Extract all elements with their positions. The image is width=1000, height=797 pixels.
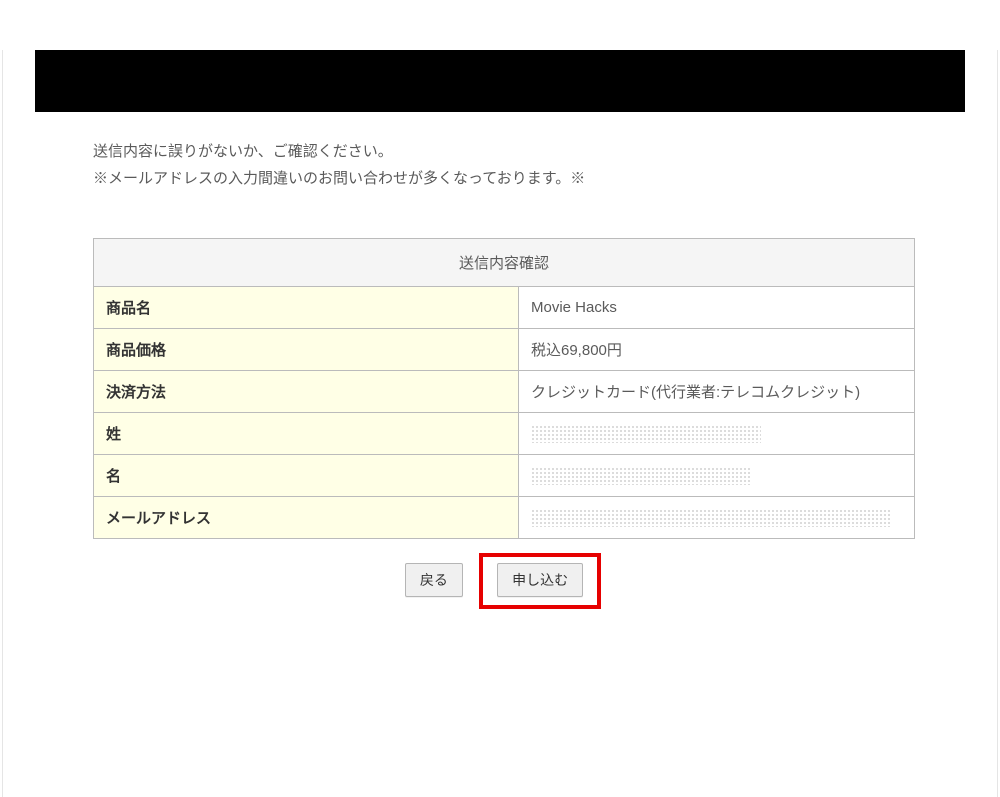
label-email: メールアドレス xyxy=(94,497,519,539)
value-product-price: 税込69,800円 xyxy=(519,329,915,371)
value-product-name: Movie Hacks xyxy=(519,287,915,329)
confirm-table: 送信内容確認 商品名 Movie Hacks 商品価格 税込69,800円 決済… xyxy=(93,238,915,539)
value-last-name xyxy=(519,413,915,455)
table-row: 商品価格 税込69,800円 xyxy=(94,329,915,371)
redacted-block xyxy=(531,467,751,485)
table-row: 商品名 Movie Hacks xyxy=(94,287,915,329)
label-product-price: 商品価格 xyxy=(94,329,519,371)
label-last-name: 姓 xyxy=(94,413,519,455)
submit-button[interactable]: 申し込む xyxy=(497,563,583,597)
label-payment-method: 決済方法 xyxy=(94,371,519,413)
intro-line2: ※メールアドレスの入力間違いのお問い合わせが多くなっております。※ xyxy=(93,170,585,187)
back-button[interactable]: 戻る xyxy=(405,563,463,597)
table-row: メールアドレス xyxy=(94,497,915,539)
value-first-name xyxy=(519,455,915,497)
table-row: 決済方法 クレジットカード(代行業者:テレコムクレジット) xyxy=(94,371,915,413)
table-row: 姓 xyxy=(94,413,915,455)
intro-text: 送信内容に誤りがないか、ご確認ください。 ※メールアドレスの入力間違いのお問い合… xyxy=(93,138,907,192)
submit-highlight: 申し込む xyxy=(479,553,601,609)
header-bar xyxy=(35,50,965,112)
redacted-block xyxy=(531,425,761,443)
table-title: 送信内容確認 xyxy=(94,239,915,287)
button-row: 戻る 申し込む xyxy=(93,553,907,609)
label-first-name: 名 xyxy=(94,455,519,497)
table-row: 名 xyxy=(94,455,915,497)
value-email xyxy=(519,497,915,539)
value-payment-method: クレジットカード(代行業者:テレコムクレジット) xyxy=(519,371,915,413)
redacted-block xyxy=(531,509,891,527)
label-product-name: 商品名 xyxy=(94,287,519,329)
intro-line1: 送信内容に誤りがないか、ご確認ください。 xyxy=(93,143,393,160)
